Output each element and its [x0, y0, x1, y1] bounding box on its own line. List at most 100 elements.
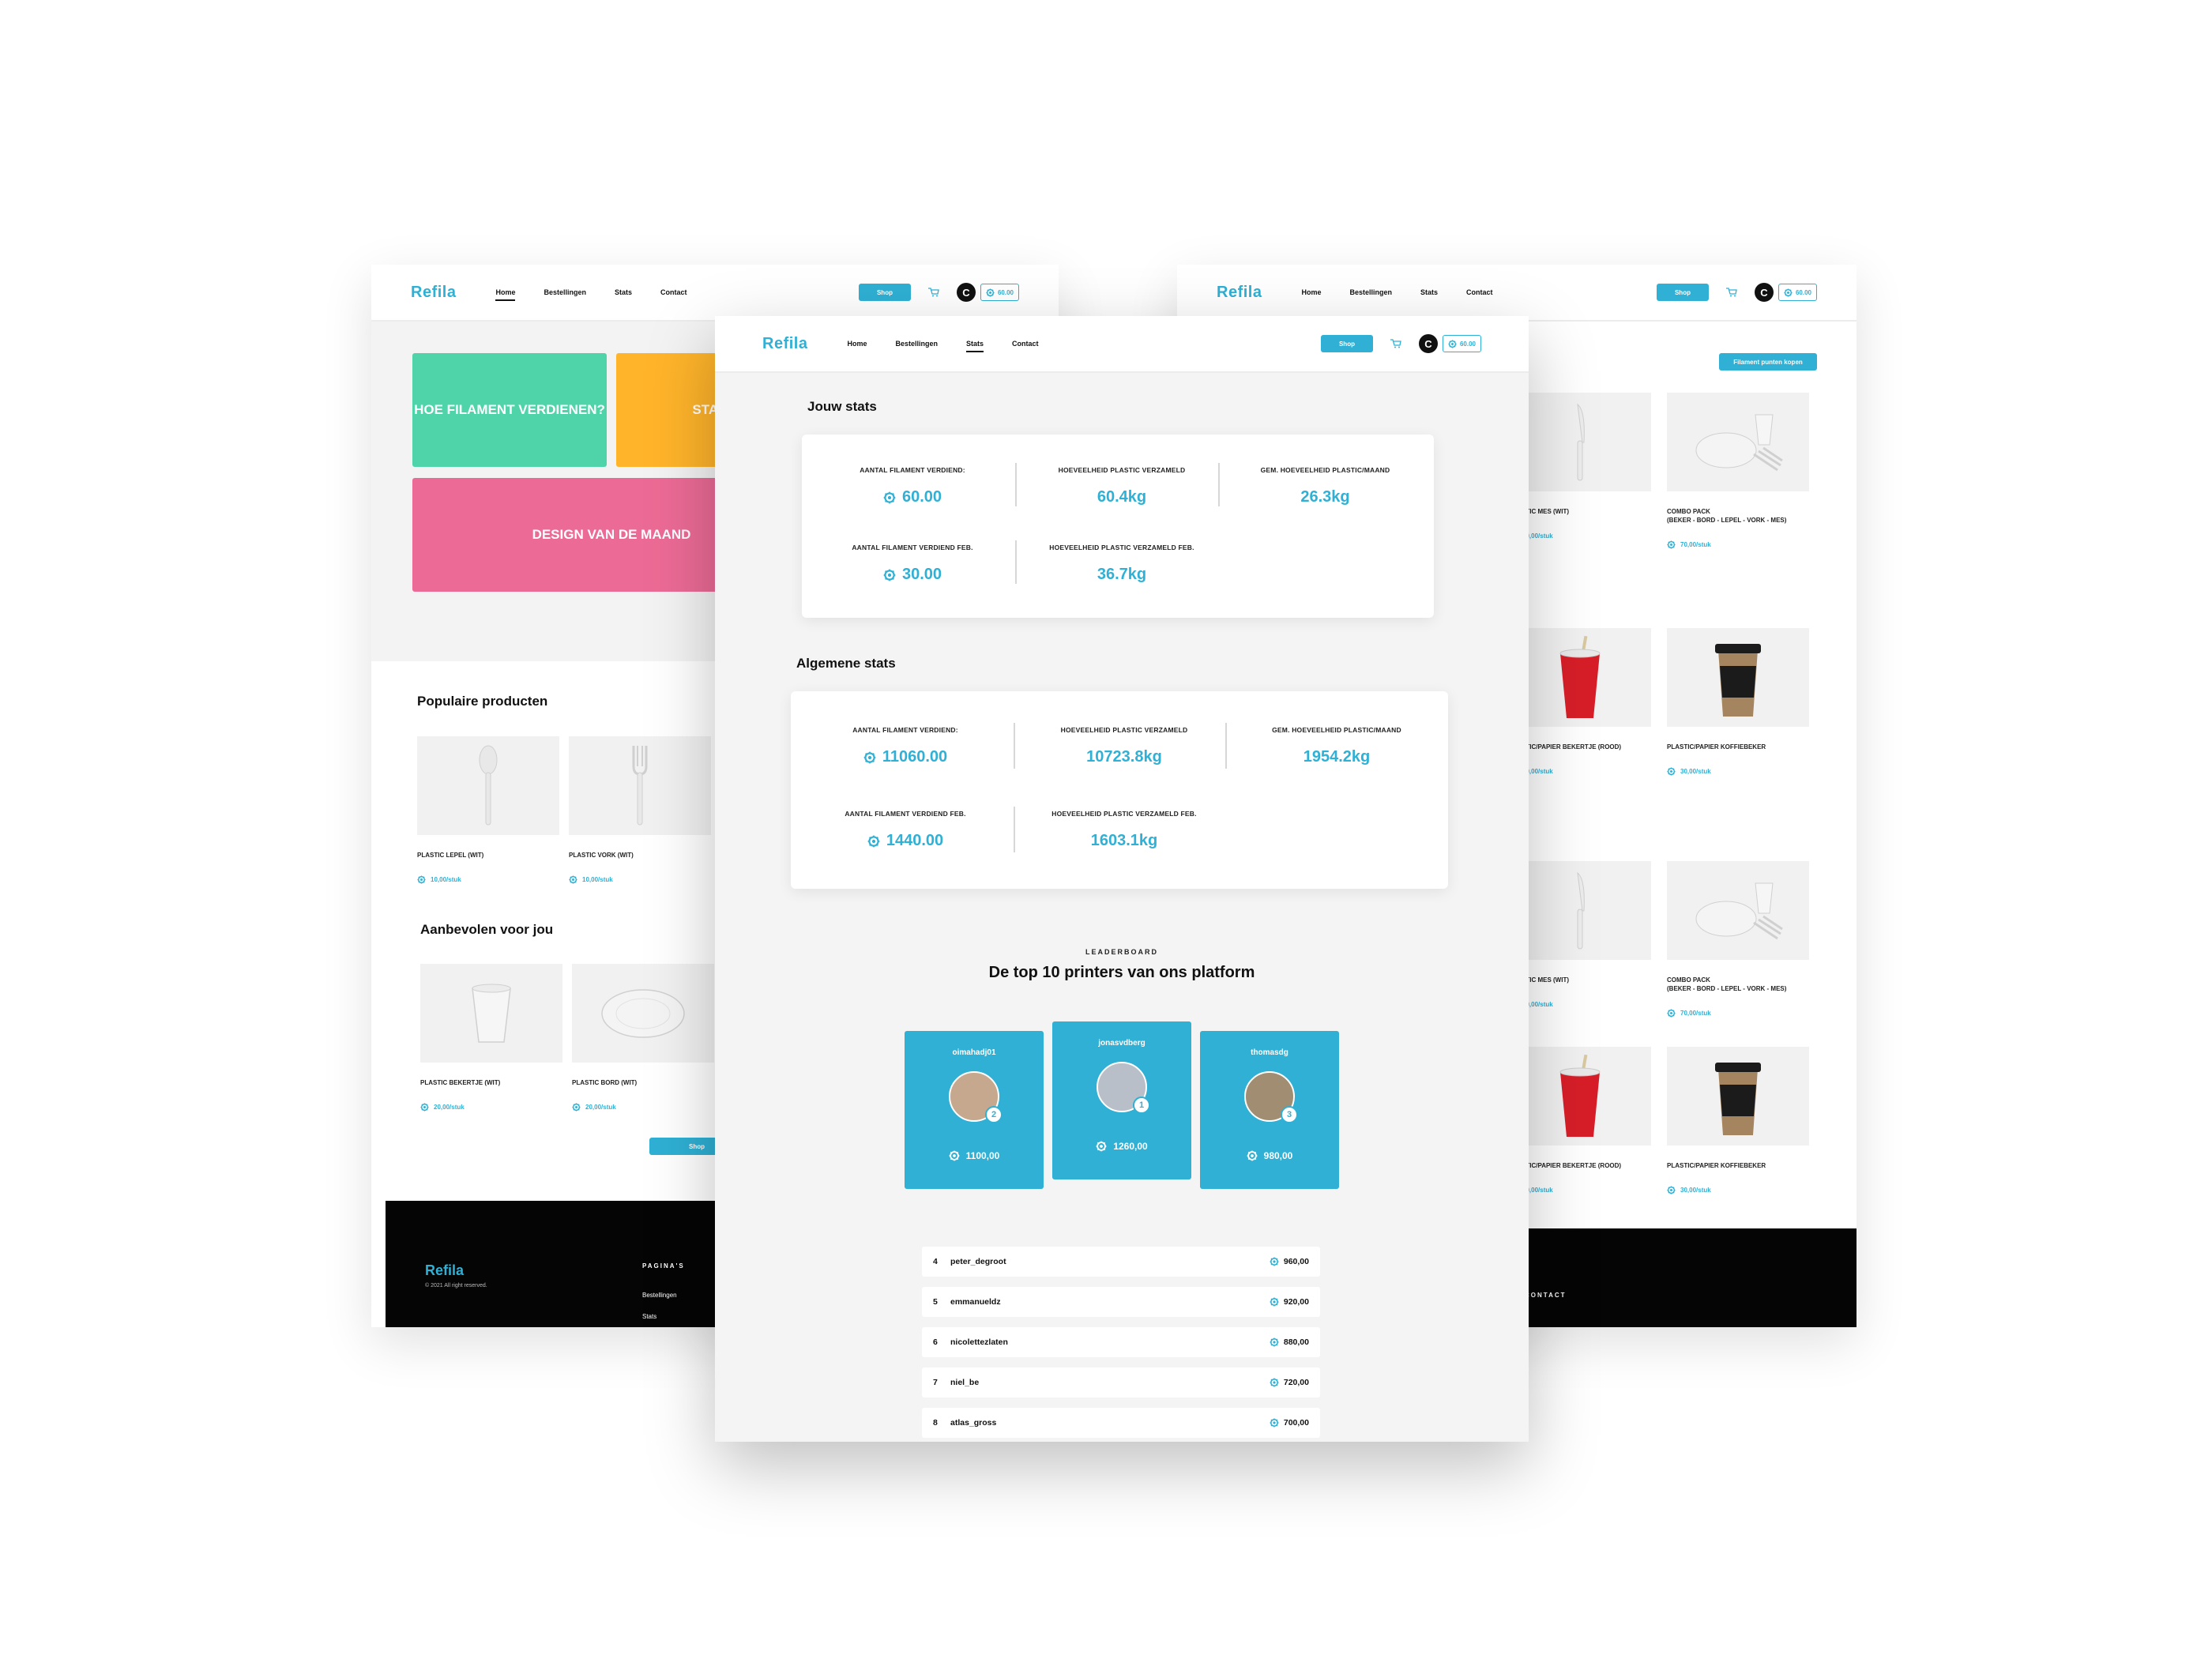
leaderboard-points: 700,00: [1269, 1418, 1309, 1428]
filament-coin-icon: [1269, 1297, 1279, 1307]
podium-card-2[interactable]: oimahadj01 2 1100,00: [905, 1031, 1044, 1189]
nav-contact[interactable]: Contact: [1466, 288, 1493, 296]
user-avatar-icon[interactable]: C: [1754, 283, 1774, 302]
rank-badge: 2: [985, 1106, 1003, 1123]
product-card[interactable]: PLASTIC LEPEL (WIT) 10,00/stuk: [417, 736, 559, 885]
stat-value: 26.3kg: [1300, 488, 1350, 506]
divider: [1225, 723, 1227, 769]
nav-orders[interactable]: Bestellingen: [1349, 288, 1392, 296]
stat-value-text: 1440.00: [886, 832, 944, 849]
product-image: [417, 736, 559, 835]
nav-stats[interactable]: Stats: [1420, 288, 1438, 296]
product-image: [1667, 861, 1809, 960]
product-price-value: 30,00/stuk: [1680, 768, 1711, 776]
filament-coin-icon: [1246, 1150, 1258, 1161]
divider: [1015, 463, 1017, 506]
nav-orders[interactable]: Bestellingen: [544, 288, 586, 296]
product-name: PLASTIC MES (WIT): [1509, 508, 1569, 515]
tile-earn-filament[interactable]: HOE FILAMENT VERDIENEN?: [412, 353, 607, 467]
shop-button[interactable]: Shop: [1320, 335, 1373, 352]
divider: [1014, 723, 1015, 769]
product-card[interactable]: PLASTIC BEKERTJE (WIT) 20,00/stuk: [420, 964, 562, 1112]
product-image: [420, 964, 562, 1063]
logo[interactable]: Refila: [762, 335, 807, 353]
product-price: 30,00/stuk: [1667, 1186, 1809, 1195]
leaderboard-row[interactable]: 8 atlas_gross 700,00: [922, 1408, 1320, 1438]
your-stats-title: Jouw stats: [807, 399, 877, 414]
product-name: PLASTIC/PAPIER BEKERTJE (ROOD): [1509, 1162, 1622, 1169]
user-avatar-icon[interactable]: C: [956, 283, 976, 302]
nav-stats[interactable]: Stats: [615, 288, 632, 296]
product-price-value: 10,00/stuk: [582, 876, 613, 884]
cart-icon[interactable]: [1725, 288, 1737, 297]
stat-label: AANTAL FILAMENT VERDIEND:: [852, 726, 958, 734]
nav-contact[interactable]: Contact: [1012, 340, 1039, 348]
product-card[interactable]: COMBO PACK (BEKER - BORD - LEPEL - VORK …: [1667, 861, 1809, 1018]
product-name: PLASTIC BORD (WIT): [572, 1079, 638, 1086]
product-card[interactable]: PLASTIC/PAPIER KOFFIEBEKER 30,00/stuk: [1667, 1047, 1809, 1195]
podium-username: thomasdg: [1251, 1048, 1288, 1057]
product-price: 10,00/stuk: [417, 875, 559, 885]
leaderboard-row[interactable]: 6 nicolettezlaten 880,00: [922, 1327, 1320, 1357]
stat-earned-feb: AANTAL FILAMENT VERDIEND FEB. 1440.00: [807, 810, 1004, 850]
cart-icon[interactable]: [1390, 339, 1401, 348]
rank-badge: 1: [1133, 1097, 1150, 1114]
product-card[interactable]: PLASTIC/PAPIER BEKERTJE (ROOD) 30,00/stuk: [1509, 1047, 1651, 1195]
podium-card-3[interactable]: thomasdg 3 980,00: [1200, 1031, 1339, 1189]
stat-value: 11060.00: [807, 748, 1004, 766]
leaderboard-rank: 5: [933, 1297, 938, 1307]
podium-card-1[interactable]: jonasvdberg 1 1260,00: [1052, 1021, 1191, 1179]
nav-contact[interactable]: Contact: [660, 288, 687, 296]
nav-orders[interactable]: Bestellingen: [895, 340, 938, 348]
points-badge[interactable]: 60.00: [1778, 284, 1817, 301]
stat-value: 36.7kg: [1097, 566, 1147, 583]
leaderboard-rank: 8: [933, 1418, 938, 1428]
footer-link-stats[interactable]: Stats: [642, 1313, 656, 1320]
leaderboard-points: 960,00: [1269, 1257, 1309, 1266]
divider: [1014, 807, 1015, 852]
leaderboard-rank: 7: [933, 1378, 938, 1387]
footer-logo[interactable]: Refila: [425, 1262, 464, 1279]
stat-label: GEM. HOEVEELHEID PLASTIC/MAAND: [1260, 466, 1390, 474]
product-price-value: 70,00/stuk: [1680, 541, 1711, 549]
stat-label: AANTAL FILAMENT VERDIEND FEB.: [852, 544, 973, 551]
leaderboard-rank: 6: [933, 1337, 938, 1347]
product-card[interactable]: COMBO PACK (BEKER - BORD - LEPEL - VORK …: [1667, 393, 1809, 550]
stat-value-text: 60.00: [901, 488, 942, 506]
shop-button[interactable]: Shop: [858, 284, 911, 301]
footer-link-orders[interactable]: Bestellingen: [642, 1292, 677, 1299]
logo[interactable]: Refila: [411, 284, 456, 302]
product-image: [572, 964, 714, 1063]
nav-home[interactable]: Home: [495, 288, 516, 301]
product-card[interactable]: PLASTIC MES (WIT) 10,00/stuk: [1509, 861, 1651, 1010]
leaderboard-title: De top 10 printers van ons platform: [988, 964, 1255, 981]
filament-coin-icon: [882, 568, 896, 581]
stat-value-text: 11060.00: [882, 748, 948, 766]
user-avatar-icon[interactable]: C: [1418, 334, 1438, 353]
leaderboard-row[interactable]: 4 peter_degroot 960,00: [922, 1247, 1320, 1277]
product-price: 10,00/stuk: [1509, 1000, 1651, 1010]
nav-stats[interactable]: Stats: [966, 340, 984, 352]
shop-button[interactable]: Shop: [1656, 284, 1709, 301]
cart-icon[interactable]: [927, 288, 939, 297]
leaderboard-username: atlas_gross: [950, 1418, 997, 1428]
leaderboard-row[interactable]: 7 niel_be 720,00: [922, 1367, 1320, 1398]
your-stats-card: AANTAL FILAMENT VERDIEND: 60.00 HOEVEELH…: [802, 434, 1434, 618]
product-card[interactable]: PLASTIC/PAPIER BEKERTJE (ROOD) 30,00/stuk: [1509, 628, 1651, 777]
points-badge[interactable]: 60.00: [1442, 335, 1481, 352]
product-card[interactable]: PLASTIC BORD (WIT) 20,00/stuk: [572, 964, 714, 1112]
product-card[interactable]: PLASTIC VORK (WIT) 10,00/stuk: [569, 736, 711, 885]
leaderboard-row[interactable]: 5 emmanueldz 920,00: [922, 1287, 1320, 1317]
leaderboard-username: emmanueldz: [950, 1297, 1001, 1307]
nav-home[interactable]: Home: [847, 340, 867, 348]
points-badge[interactable]: 60.00: [980, 284, 1019, 301]
top-nav: Refila Home Bestellingen Stats Contact S…: [715, 316, 1529, 373]
cup-image: [472, 984, 511, 1043]
nav-home[interactable]: Home: [1301, 288, 1321, 296]
product-card[interactable]: PLASTIC/PAPIER KOFFIEBEKER 30,00/stuk: [1667, 628, 1809, 777]
product-card[interactable]: PLASTIC MES (WIT) 10,00/stuk: [1509, 393, 1651, 541]
logo[interactable]: Refila: [1217, 284, 1262, 302]
user-avatar-icon: 1: [1097, 1062, 1150, 1114]
stats-page-mockup: Refila Home Bestellingen Stats Contact S…: [715, 316, 1529, 1442]
buy-filament-points-button[interactable]: Filament punten kopen: [1719, 353, 1817, 371]
